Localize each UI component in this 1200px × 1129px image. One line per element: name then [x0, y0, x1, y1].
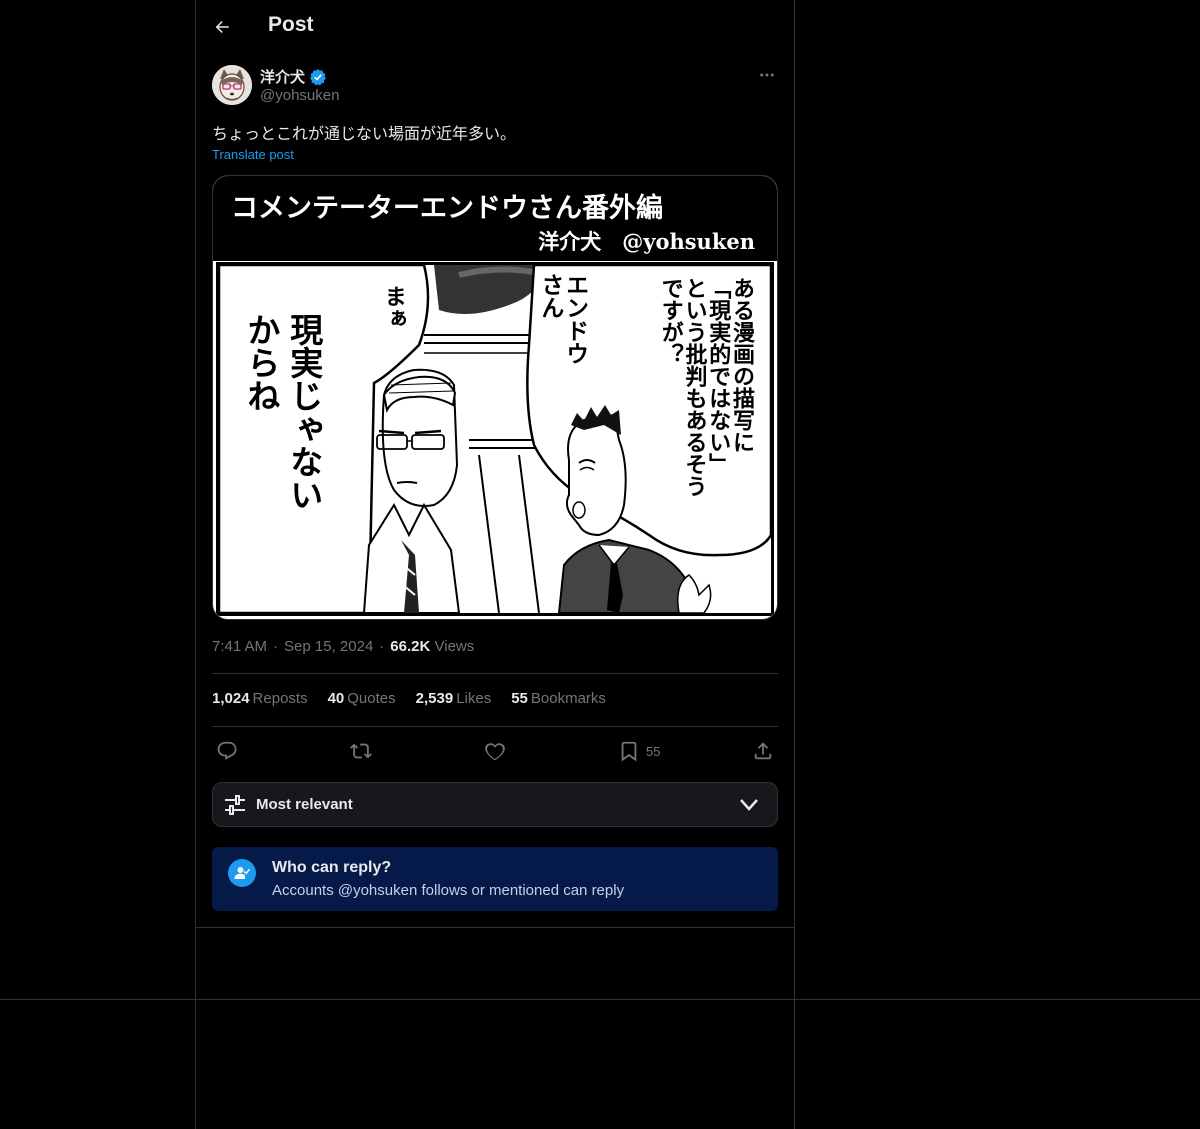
repost-button[interactable] — [350, 734, 372, 768]
sort-label: Most relevant — [256, 796, 353, 813]
manga-dialogue-left: 現実じゃない からね — [239, 313, 325, 553]
views: 66.2K Views — [390, 638, 474, 655]
reply-button[interactable] — [216, 734, 238, 768]
like-button[interactable] — [484, 734, 506, 768]
reply-restriction-subtitle: Accounts @yohsuken follows or mentioned … — [272, 882, 625, 899]
page-title: Post — [268, 13, 314, 36]
translate-link[interactable]: Translate post — [212, 147, 294, 162]
reposts-count: 1,024 — [212, 690, 250, 707]
meta-separator: · — [379, 638, 385, 655]
bookmark-button[interactable]: 55 — [618, 734, 660, 768]
person-check-icon — [228, 859, 256, 887]
quotes-stat[interactable]: 40 Quotes — [328, 690, 396, 707]
author-name[interactable]: 洋介犬 — [260, 66, 327, 87]
dialogue-line: という批判もあるそう — [681, 277, 708, 497]
manga-header: コメンテーターエンドウさん番外編 洋介犬 @yohsuken — [213, 176, 777, 261]
likes-count: 2,539 — [415, 690, 454, 707]
meta-separator: · — [273, 638, 279, 655]
divider — [212, 726, 778, 727]
post-header: Post — [196, 0, 794, 54]
post-author: 洋介犬 @yohsuken — [212, 64, 778, 108]
reply-restriction-notice: Who can reply? Accounts @yohsuken follow… — [212, 847, 778, 911]
views-count: 66.2K — [390, 638, 431, 655]
manga-dialogue-name: エンドウ さん — [536, 273, 589, 393]
dialogue-line: 「現実的ではない」 — [705, 277, 732, 475]
page-divider — [0, 999, 1200, 1000]
reply-icon — [217, 741, 237, 760]
reposts-stat[interactable]: 1,024 Reposts — [212, 690, 308, 707]
bookmarks-stat[interactable]: 55 Bookmarks — [511, 690, 606, 707]
column-border-left — [195, 0, 196, 1129]
manga-title: コメンテーターエンドウさん番外編 — [231, 193, 663, 224]
reply-restriction-title: Who can reply? — [272, 859, 392, 876]
sort-replies-dropdown[interactable]: Most relevant — [212, 782, 778, 827]
column-border-right — [794, 0, 795, 1129]
post-stats: 1,024 Reposts 40 Quotes 2,539 Likes 55 Bookm… — [212, 690, 606, 707]
author-name-text: 洋介犬 — [260, 68, 306, 86]
share-icon — [754, 742, 772, 760]
dialogue-line: ある漫画の描写に — [729, 277, 755, 453]
action-bar: 55 — [212, 734, 778, 768]
dialogue-line: ですが？ — [657, 277, 684, 365]
manga-panel: ある漫画の描写に 「現実的ではない」 という批判もあるそう ですが？ エンドウ … — [216, 262, 774, 616]
repost-icon — [350, 743, 372, 759]
quotes-count: 40 — [327, 690, 345, 707]
quotes-label: Quotes — [347, 690, 396, 707]
dialogue-line: 現実じゃない — [284, 313, 324, 511]
back-button[interactable] — [206, 11, 238, 43]
column-divider — [195, 927, 795, 928]
divider — [212, 673, 778, 674]
back-arrow-icon — [215, 21, 229, 33]
like-icon — [485, 743, 505, 761]
views-label: Views — [434, 638, 475, 655]
post-date[interactable]: Sep 15, 2024 — [284, 638, 373, 655]
likes-label: Likes — [456, 690, 492, 707]
post-meta: 7:41 AM · Sep 15, 2024 · 66.2K Views — [212, 638, 474, 655]
bookmark-count: 55 — [646, 743, 661, 759]
dialogue-line: さん — [536, 273, 564, 319]
dialogue-line: エンドウ — [561, 273, 589, 365]
verified-badge-icon — [310, 68, 326, 85]
more-icon — [760, 73, 774, 77]
post-time[interactable]: 7:41 AM — [212, 638, 267, 655]
manga-dialogue-right: ある漫画の描写に 「現実的ではない」 という批判もあるそう ですが？ — [657, 277, 755, 517]
bookmark-icon — [621, 741, 637, 762]
sliders-icon — [225, 795, 245, 815]
post-media[interactable]: コメンテーターエンドウさん番外編 洋介犬 @yohsuken ある漫画の描写に … — [212, 175, 778, 620]
more-button[interactable] — [756, 64, 778, 86]
manga-dialogue-small: まぁ — [380, 285, 407, 329]
dialogue-line: からね — [241, 313, 281, 412]
share-button[interactable] — [752, 734, 774, 768]
likes-stat[interactable]: 2,539 Likes — [416, 690, 492, 707]
reposts-label: Reposts — [252, 690, 308, 707]
bookmarks-label: Bookmarks — [530, 690, 606, 707]
author-handle[interactable]: @yohsuken — [260, 87, 339, 104]
bookmarks-count: 55 — [511, 690, 528, 707]
manga-credit: 洋介犬 @yohsuken — [538, 229, 755, 254]
post-text: ちょっとこれが通じない場面が近年多い。 — [212, 124, 517, 143]
avatar[interactable] — [212, 65, 252, 105]
chevron-down-icon — [740, 799, 758, 811]
